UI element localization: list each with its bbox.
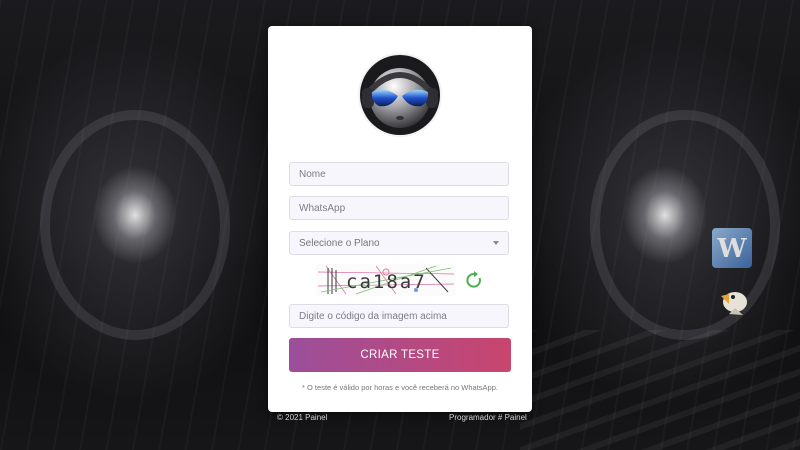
bird-icon: [721, 292, 747, 315]
chevron-down-icon: [493, 241, 499, 245]
name-input[interactable]: [289, 162, 509, 186]
trial-note: * O teste é válido por horas e você rece…: [302, 383, 498, 392]
plan-select[interactable]: Selecione o Plano: [289, 231, 509, 255]
background-floor: [520, 330, 800, 450]
captcha-image: ca18a7: [316, 264, 456, 296]
whatsapp-input[interactable]: [289, 196, 509, 220]
footer-copyright: © 2021 Painel: [277, 413, 328, 422]
plan-select-label: Selecione o Plano: [299, 237, 380, 249]
refresh-icon[interactable]: [464, 270, 484, 290]
alien-headphones-logo-icon: [358, 53, 442, 137]
trial-form-card: Selecione o Plano ca18a7 CRIAR TESTE * O…: [268, 26, 532, 412]
footer-credit: Programador # Painel: [449, 413, 527, 422]
captcha-text: ca18a7: [346, 271, 427, 293]
wordpress-w-icon: W: [712, 228, 752, 268]
background-tunnel-left: [40, 110, 230, 340]
create-trial-button[interactable]: CRIAR TESTE: [289, 338, 511, 372]
background-tunnel-right: [590, 110, 780, 340]
captcha-code-input[interactable]: [289, 304, 509, 328]
